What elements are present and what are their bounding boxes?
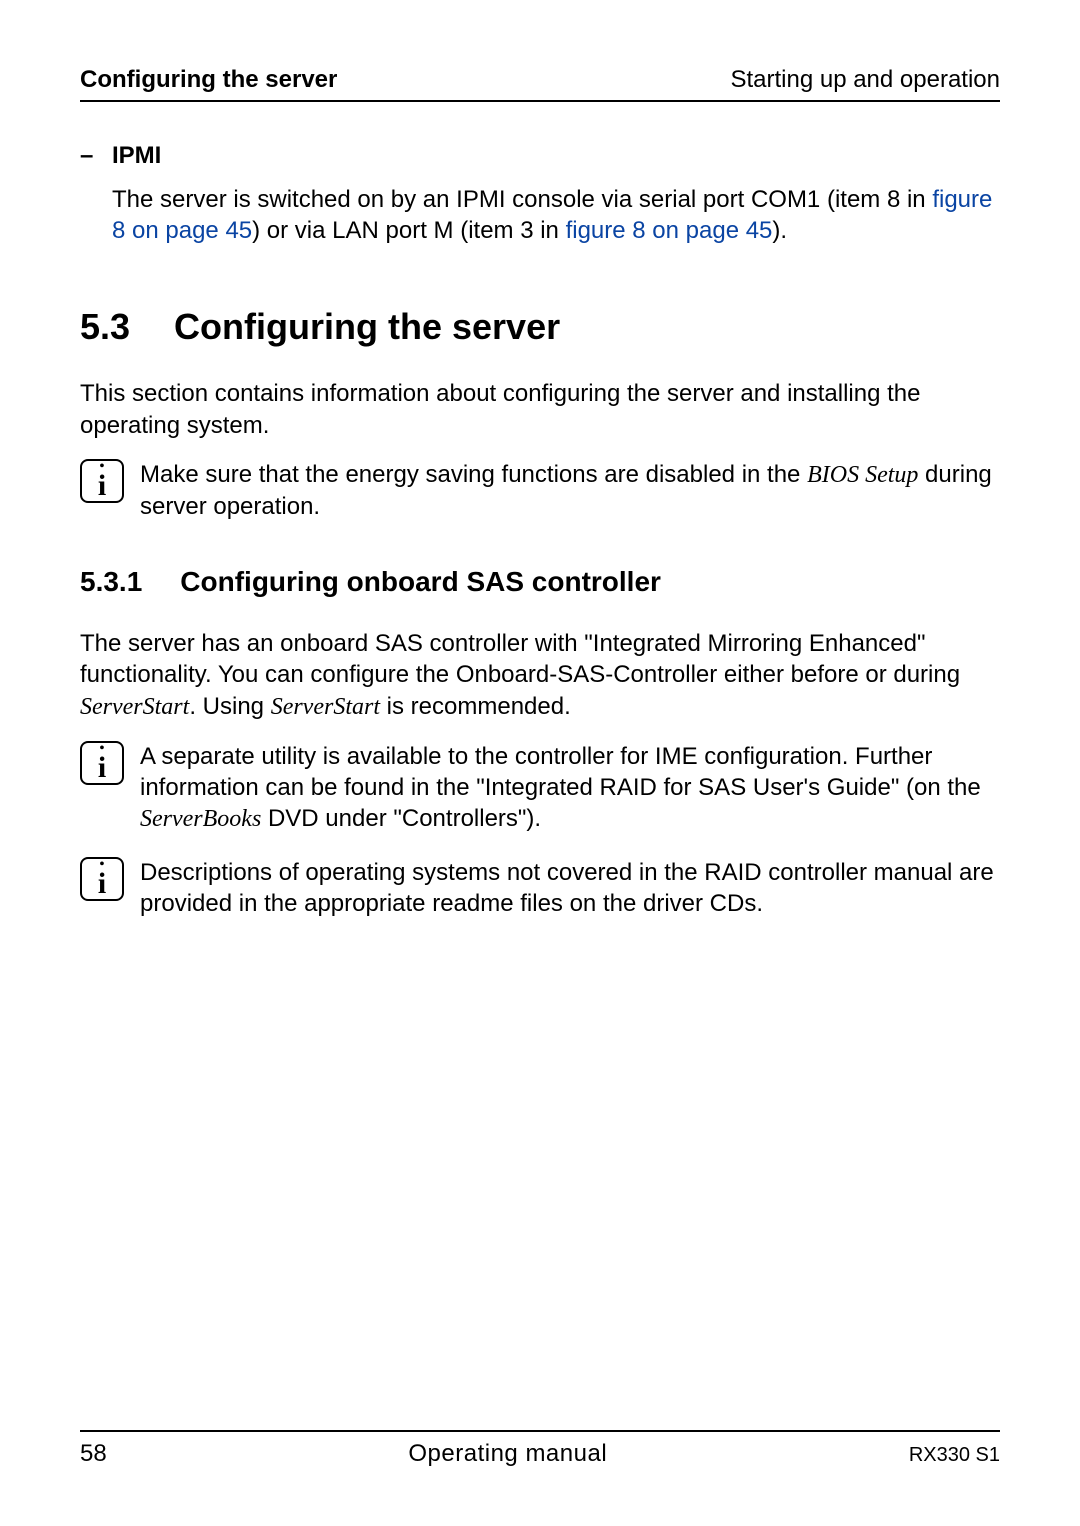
sub-p-b: . Using bbox=[189, 693, 270, 720]
sub-em2: ServerStart bbox=[271, 694, 380, 720]
info-box-1: i Make sure that the energy saving funct… bbox=[80, 459, 1000, 522]
info1-t1: Make sure that the energy saving functio… bbox=[140, 461, 807, 488]
info-icon-glyph: i bbox=[82, 471, 122, 501]
info3-text: Descriptions of operating systems not co… bbox=[140, 857, 1000, 919]
info2-t1: A separate utility is available to the c… bbox=[140, 743, 981, 801]
section-title: Configuring the server bbox=[174, 306, 560, 348]
running-footer: 58 Operating manual RX330 S1 bbox=[80, 1430, 1000, 1468]
page: Configuring the server Starting up and o… bbox=[0, 0, 1080, 1526]
ipmi-text-3: ). bbox=[772, 217, 787, 244]
subsection-number: 5.3.1 bbox=[80, 566, 142, 598]
info-icon: i bbox=[80, 459, 124, 503]
ipmi-text-2: ) or via LAN port M (item 3 in bbox=[252, 217, 565, 244]
info-icon: i bbox=[80, 741, 124, 785]
header-left: Configuring the server bbox=[80, 66, 337, 94]
subsection-heading: 5.3.1 Configuring onboard SAS controller bbox=[80, 566, 1000, 598]
subsection-para: The server has an onboard SAS controller… bbox=[80, 628, 1000, 723]
ipmi-body: The server is switched on by an IPMI con… bbox=[112, 184, 1000, 246]
sub-em1: ServerStart bbox=[80, 694, 189, 720]
info-icon-glyph: i bbox=[82, 869, 122, 899]
section-heading: 5.3 Configuring the server bbox=[80, 306, 1000, 348]
sub-p-a: The server has an onboard SAS controller… bbox=[80, 630, 960, 688]
page-number: 58 bbox=[80, 1440, 107, 1468]
running-header: Configuring the server Starting up and o… bbox=[80, 66, 1000, 102]
info-icon: i bbox=[80, 857, 124, 901]
info1-em: BIOS Setup bbox=[807, 462, 918, 488]
info-icon-glyph: i bbox=[82, 753, 122, 783]
section-intro: This section contains information about … bbox=[80, 378, 1000, 440]
list-dash: – bbox=[80, 142, 94, 170]
header-right: Starting up and operation bbox=[730, 66, 1000, 94]
ipmi-label: IPMI bbox=[112, 142, 161, 170]
section-number: 5.3 bbox=[80, 306, 130, 348]
subsection-title: Configuring onboard SAS controller bbox=[180, 566, 661, 598]
info1-text: Make sure that the energy saving functio… bbox=[140, 459, 1000, 522]
info2-text: A separate utility is available to the c… bbox=[140, 741, 1000, 836]
info2-em: ServerBooks bbox=[140, 806, 261, 832]
sub-p-c: is recommended. bbox=[380, 693, 571, 720]
info-box-3: i Descriptions of operating systems not … bbox=[80, 857, 1000, 919]
info-box-2: i A separate utility is available to the… bbox=[80, 741, 1000, 836]
footer-right: RX330 S1 bbox=[909, 1444, 1000, 1467]
info2-t2: DVD under "Controllers"). bbox=[261, 805, 541, 832]
figure-link-2[interactable]: figure 8 on page 45 bbox=[566, 217, 773, 244]
ipmi-item: – IPMI bbox=[80, 142, 1000, 170]
footer-center: Operating manual bbox=[408, 1440, 607, 1468]
ipmi-text-1: The server is switched on by an IPMI con… bbox=[112, 186, 932, 213]
